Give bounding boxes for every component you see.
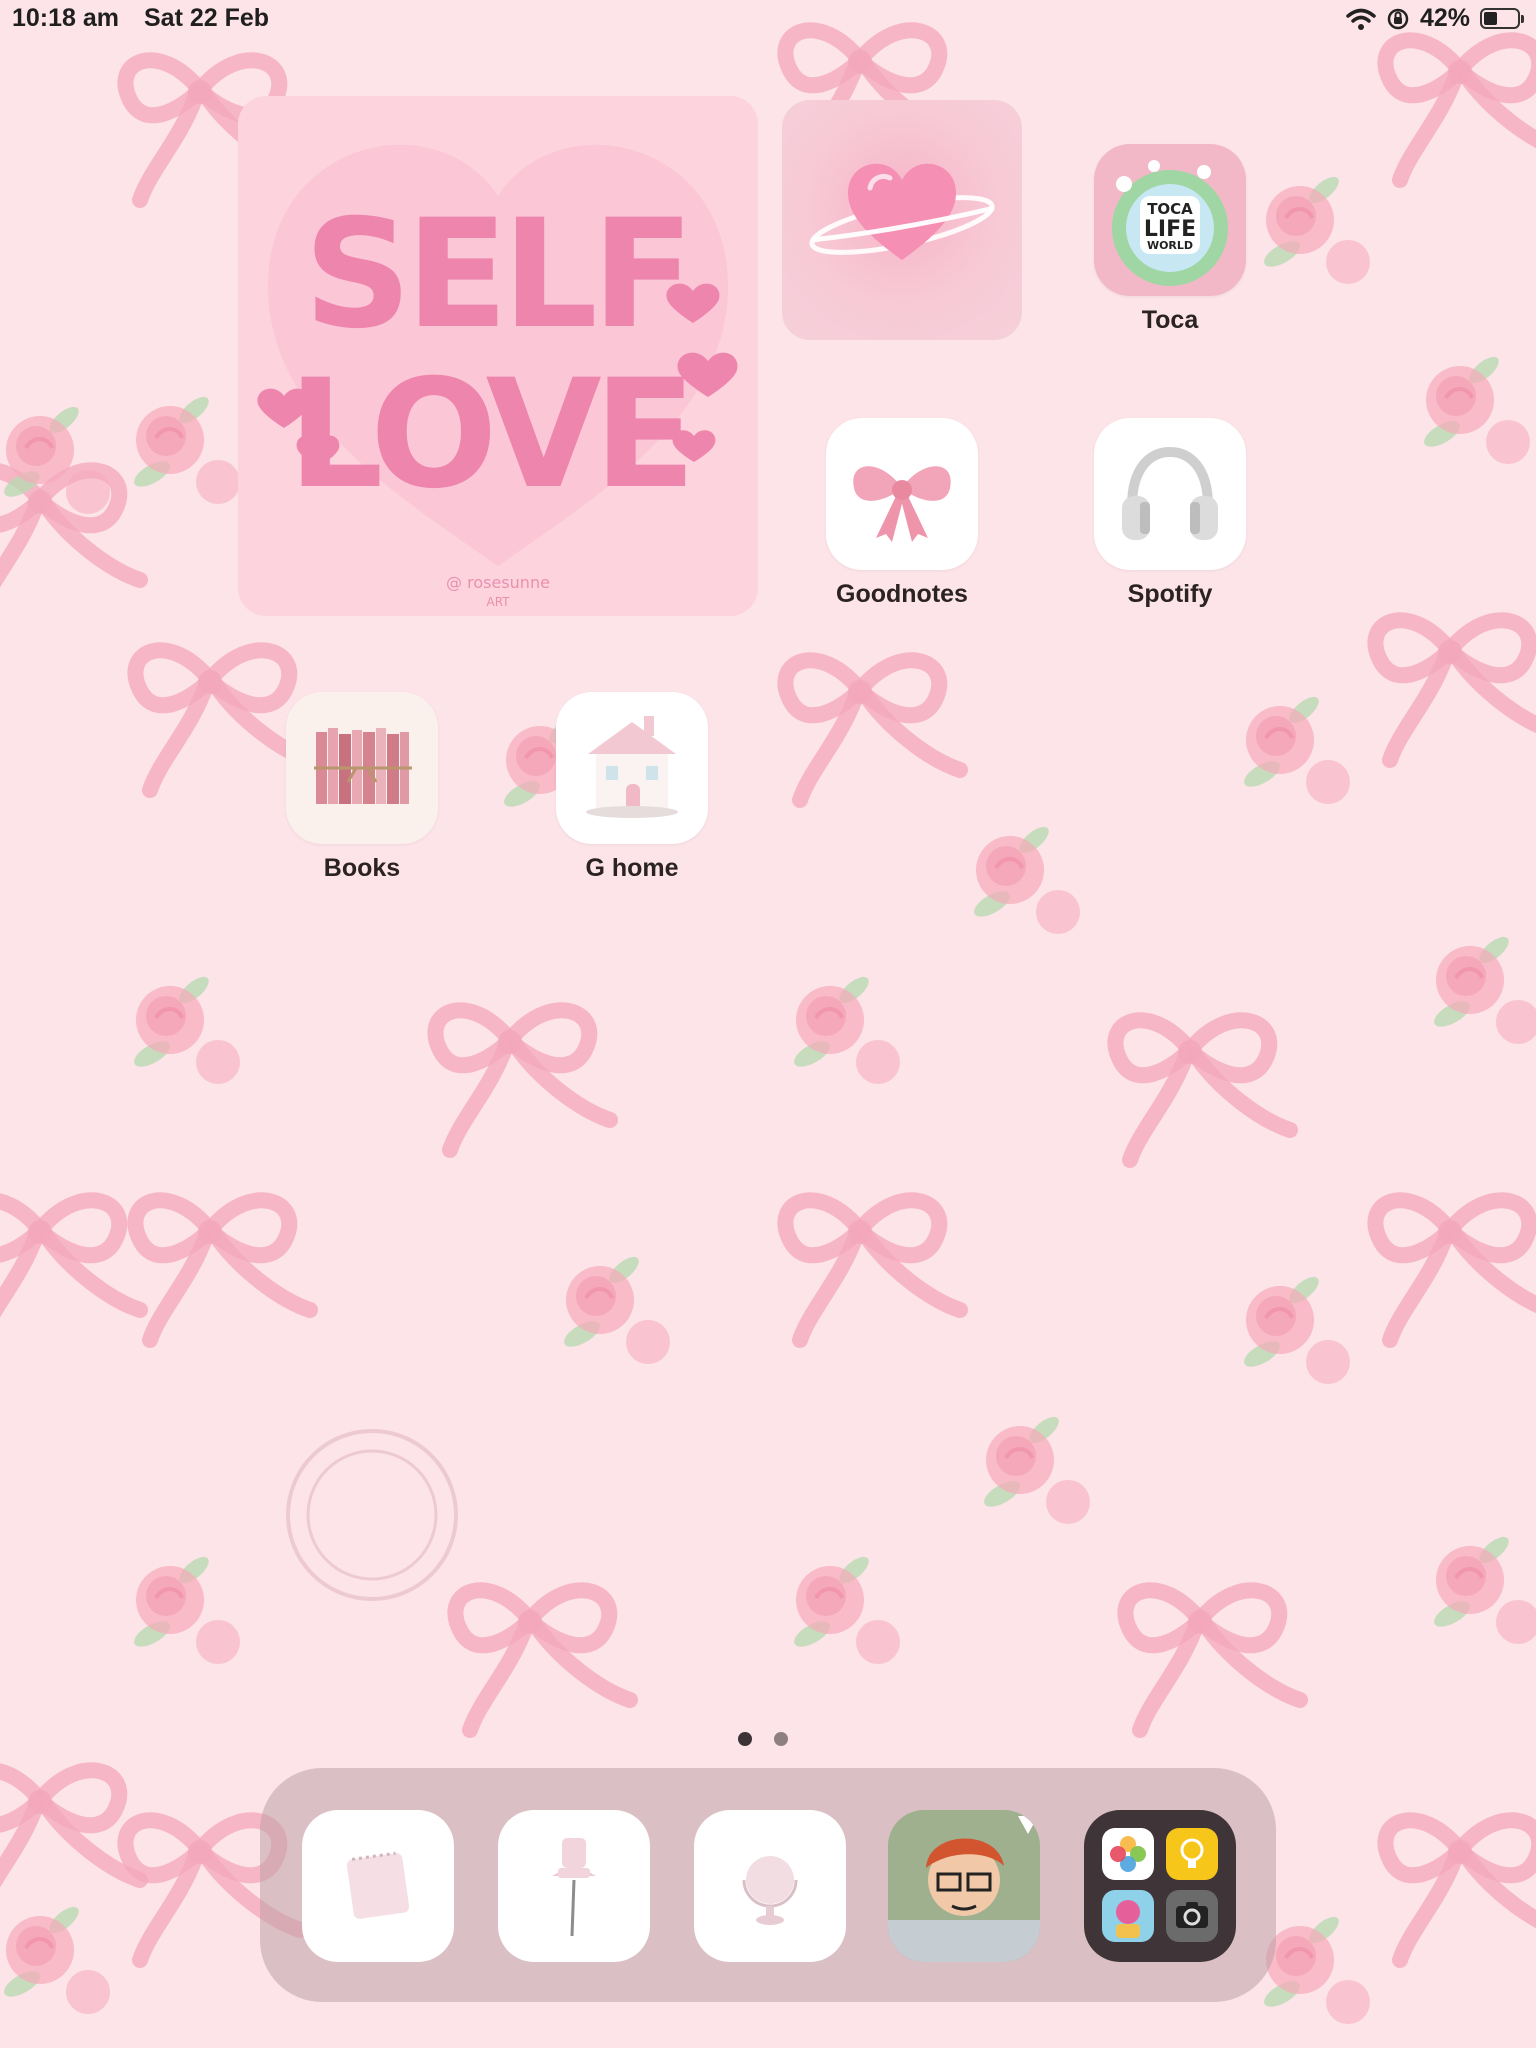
battery-fill (1484, 12, 1497, 25)
dock (260, 1768, 1276, 2002)
toca-icon-text-world: WORLD (1147, 239, 1193, 252)
toca-life-world-icon: TOCA LIFE WORLD (1094, 144, 1246, 296)
app-folder-icon[interactable] (1084, 1810, 1236, 1962)
notepad-icon[interactable] (302, 1810, 454, 1962)
status-date: Sat 22 Feb (143, 4, 270, 32)
app-label: Goodnotes (836, 580, 968, 608)
toca-icon-text-toca: TOCA (1147, 200, 1193, 218)
page-dot-1[interactable] (738, 1732, 752, 1746)
dollhouse-icon (556, 692, 708, 844)
heart-planet-icon (809, 163, 995, 260)
toca-icon (1102, 1890, 1154, 1942)
photos-icon (1102, 1828, 1154, 1880)
camera-icon (1166, 1890, 1218, 1942)
pushpin-icon[interactable] (498, 1810, 650, 1962)
tips-icon (1166, 1828, 1218, 1880)
app-g-home[interactable]: G home (556, 692, 708, 883)
app-spotify[interactable]: Spotify (1094, 418, 1246, 609)
app-label: Toca (1141, 306, 1199, 334)
app-goodnotes[interactable]: Goodnotes (826, 418, 978, 609)
heart-planet-widget[interactable] (782, 100, 1022, 340)
app-toca[interactable]: TOCA LIFE WORLD Toca (1094, 144, 1246, 335)
page-dot-2[interactable] (774, 1732, 788, 1746)
self-love-widget[interactable]: SELF LOVE @ rosesunne ART (238, 96, 758, 616)
credit-art-text: ART (486, 595, 510, 609)
self-text: SELF (304, 188, 689, 362)
pink-bow-icon (826, 418, 978, 570)
self-love-heart-art: SELF LOVE @ rosesunne ART (257, 144, 738, 609)
app-label: Books (323, 854, 401, 882)
wifi-icon (1346, 8, 1376, 30)
globe-icon[interactable] (694, 1810, 846, 1962)
app-books[interactable]: Books (286, 692, 438, 883)
battery-percent: 42% (1419, 4, 1470, 32)
status-time: 10:18 am (12, 4, 120, 32)
status-bar-right: 42% (1346, 4, 1524, 33)
cartoon-avatar-icon[interactable] (888, 1810, 1040, 1962)
love-text: LOVE (288, 348, 688, 522)
battery-icon (1480, 8, 1524, 29)
headphones-icon (1094, 418, 1246, 570)
rotation-lock-icon (1387, 8, 1409, 29)
app-label: Spotify (1127, 580, 1213, 608)
status-bar-left: 10:18 am Sat 22 Feb (12, 4, 287, 33)
app-label: G home (585, 854, 679, 882)
page-indicator[interactable] (738, 1732, 788, 1746)
credit-text: @ rosesunne (446, 573, 550, 592)
books-icon (286, 692, 438, 844)
